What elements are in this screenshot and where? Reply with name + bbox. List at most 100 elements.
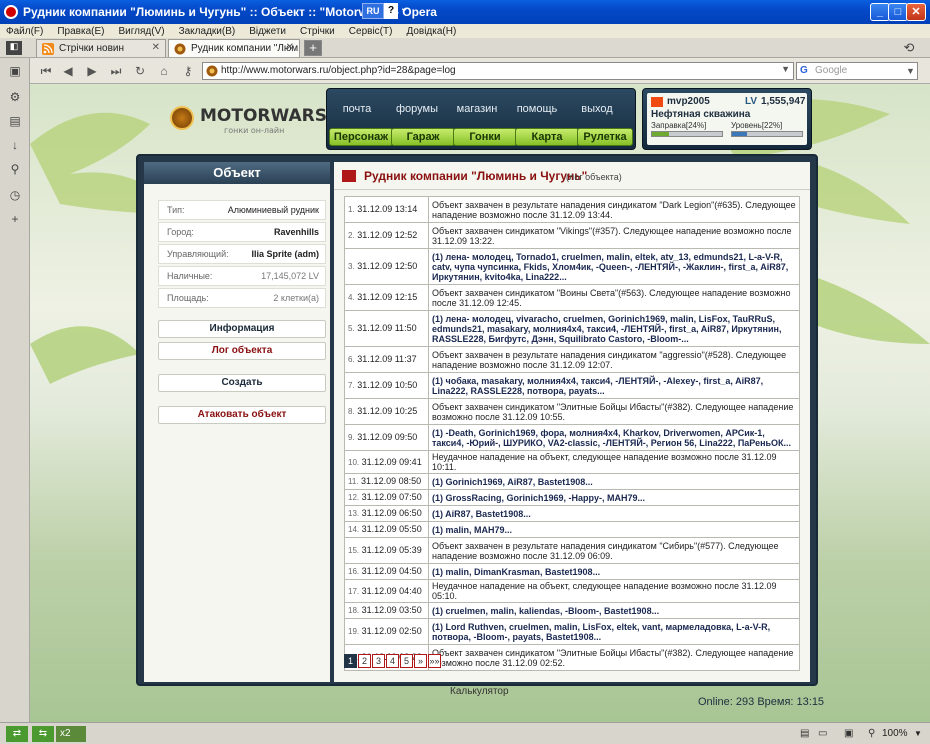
page-link[interactable]: 4 — [386, 654, 399, 668]
log-participants[interactable]: (1) malin, DimanKrasman, Bastet1908... — [432, 567, 600, 577]
log-date-cell: 1. 31.12.09 13:14 — [344, 196, 429, 223]
new-tab-button[interactable]: + — [304, 40, 322, 56]
attack-object-button[interactable]: Атаковать объект — [158, 406, 326, 424]
log-message-cell: (1) лена- молодец, Tornado1, cruelmen, m… — [428, 248, 800, 285]
address-dropdown-icon[interactable]: ▼ — [781, 64, 790, 74]
info-value[interactable]: Ilia Sprite (adm) — [251, 249, 319, 259]
button-garage[interactable]: Гараж — [391, 128, 455, 146]
player-location[interactable]: Нефтяная скважина — [651, 109, 750, 120]
button-character[interactable]: Персонаж — [329, 128, 393, 146]
page-link[interactable]: 5 — [400, 654, 413, 668]
log-participants[interactable]: (1) лена- молодец, Tornado1, cruelmen, m… — [432, 252, 788, 282]
close-tab-icon[interactable]: ✕ — [286, 42, 294, 53]
view-icon[interactable]: ▣ — [844, 726, 864, 742]
wand-icon[interactable]: ⚷ — [178, 62, 198, 80]
fast-forward-icon[interactable]: ⏭ — [106, 62, 126, 80]
button-map[interactable]: Карта — [515, 128, 579, 146]
log-row: 16. 31.12.09 04:50 (1) malin, DimanKrasma… — [344, 563, 800, 580]
menu-item[interactable]: Сервіс(T) — [349, 26, 393, 37]
turbo-indicator[interactable]: x2 — [56, 726, 86, 742]
log-header-icon — [342, 170, 356, 182]
downloads-icon[interactable]: ↓ — [7, 138, 23, 154]
info-label: Наличные: — [167, 271, 213, 281]
log-event-text: Объект захвачен синдикатом "Элитные Бойц… — [432, 647, 794, 668]
tab-news-feeds[interactable]: Стрічки новин ✕ — [36, 39, 166, 57]
log-row: 14. 31.12.09 05:50 (1) malin, MAH79... — [344, 521, 800, 538]
page-link[interactable]: » — [414, 654, 427, 668]
widgets-icon[interactable]: ⚙ — [7, 90, 23, 106]
nav-forums[interactable]: форумы — [387, 103, 447, 115]
create-button[interactable]: Создать — [158, 374, 326, 392]
maximize-button[interactable]: □ — [888, 3, 908, 21]
menu-item[interactable]: Довідка(H) — [406, 26, 456, 37]
info-value: 17,145,072 LV — [261, 271, 319, 281]
speed-dial-icon[interactable]: ⇄ — [6, 726, 28, 742]
nav-help[interactable]: помощь — [507, 103, 567, 115]
add-panel-icon[interactable]: + — [7, 212, 23, 228]
menu-item[interactable]: Правка(E) — [57, 26, 104, 37]
player-name[interactable]: mvp2005 — [667, 96, 710, 107]
menu-item[interactable]: Файл(F) — [6, 26, 43, 37]
log-participants[interactable]: (1) malin, MAH79... — [432, 525, 512, 535]
window-icon[interactable]: ▭ — [818, 726, 832, 742]
menu-item[interactable]: Вигляд(V) — [118, 26, 164, 37]
log-participants[interactable]: (1) чобака, masakary, молния4х4, такси4,… — [432, 376, 763, 396]
home-icon[interactable]: ⌂ — [154, 62, 174, 80]
menu-bar: Файл(F) Правка(E) Вигляд(V) Закладки(B) Відж… — [0, 24, 930, 38]
calculator-link[interactable]: Калькулятор — [450, 686, 509, 697]
log-row-number: 4. — [348, 293, 355, 302]
links-icon[interactable]: ⚲ — [7, 162, 23, 178]
minimize-button[interactable]: _ — [870, 3, 890, 21]
button-roulette[interactable]: Рулетка — [577, 128, 633, 146]
log-participants[interactable]: (1) Lord Ruthven, cruelmen, malin, LisFo… — [432, 622, 770, 642]
tab-panel-toggle-icon[interactable]: ◧ — [6, 41, 22, 55]
log-participants[interactable]: (1) cruelmen, malin, kaliendas, -Bloom-,… — [432, 606, 659, 616]
nav-exit[interactable]: выход — [567, 103, 627, 115]
reload-icon[interactable]: ↻ — [130, 62, 150, 80]
nav-shop[interactable]: магазин — [447, 103, 507, 115]
zoom-icon[interactable]: ⚲ — [868, 726, 882, 742]
search-dropdown-icon[interactable]: ▼ — [906, 66, 915, 76]
bookmarks-icon[interactable]: ▣ — [7, 64, 23, 80]
log-participants[interactable]: (1) AiR87, Bastet1908... — [432, 509, 531, 519]
info-value[interactable]: Ravenhills — [274, 227, 319, 237]
log-date: 31.12.09 11:37 — [357, 354, 417, 364]
close-window-button[interactable]: ✕ — [906, 3, 926, 21]
button-races[interactable]: Гонки — [453, 128, 517, 146]
info-button[interactable]: Информация — [158, 320, 326, 338]
page-link[interactable]: 2 — [358, 654, 371, 668]
zoom-level[interactable]: 100% — [882, 726, 914, 742]
log-participants[interactable]: (1) Gorinich1969, AiR87, Bastet1908... — [432, 477, 593, 487]
forward-icon[interactable]: ▶ — [82, 62, 102, 80]
trash-icon[interactable]: ⟲ — [900, 40, 918, 56]
page-link[interactable]: »» — [428, 654, 441, 668]
back-icon[interactable]: ◀ — [58, 62, 78, 80]
help-icon[interactable]: ? — [384, 3, 398, 19]
rewind-icon[interactable]: ⏮ — [36, 62, 56, 80]
tab-rudnik[interactable]: Рудник компании "Люм... ✕ — [168, 39, 300, 57]
log-row: 17. 31.12.09 04:40 Неудачное нападение на… — [344, 579, 800, 603]
panel-toggle-icon[interactable]: ▤ — [800, 726, 814, 742]
menu-item[interactable]: Стрічки — [300, 26, 335, 37]
search-field[interactable]: G Google — [796, 62, 918, 80]
notes-icon[interactable]: ▤ — [7, 114, 23, 130]
log-row: 5. 31.12.09 11:50 (1) лена- молодец, viva… — [344, 310, 800, 347]
log-participants[interactable]: (1) лена- молодец, vivaracho, cruelmen, … — [432, 314, 781, 344]
sync-icon[interactable]: ⇆ — [32, 726, 54, 742]
close-tab-icon[interactable]: ✕ — [152, 42, 160, 53]
page-link[interactable]: 1 — [344, 654, 357, 668]
language-indicator[interactable]: RU — [362, 3, 384, 19]
log-participants[interactable]: (1) -Death, Gorinich1969, фора, молния4х… — [432, 428, 791, 448]
menu-item[interactable]: Закладки(B) — [179, 26, 236, 37]
google-icon: G — [800, 65, 808, 76]
language-dropdown-icon[interactable]: ⌄ — [400, 3, 412, 19]
log-participants[interactable]: (1) GrossRacing, Gorinich1969, -Happy-, … — [432, 493, 645, 503]
zoom-dropdown-icon[interactable]: ▼ — [914, 726, 926, 742]
nav-mail[interactable]: почта — [327, 103, 387, 115]
page-link[interactable]: 3 — [372, 654, 385, 668]
menu-item[interactable]: Віджети — [249, 26, 286, 37]
history-icon[interactable]: ◷ — [7, 188, 23, 204]
object-log-button[interactable]: Лог объекта — [158, 342, 326, 360]
side-panel: ▣ ⚙ ▤ ↓ ⚲ ◷ + — [0, 58, 30, 722]
address-bar[interactable]: http://www.motorwars.ru/object.php?id=28… — [202, 62, 794, 80]
